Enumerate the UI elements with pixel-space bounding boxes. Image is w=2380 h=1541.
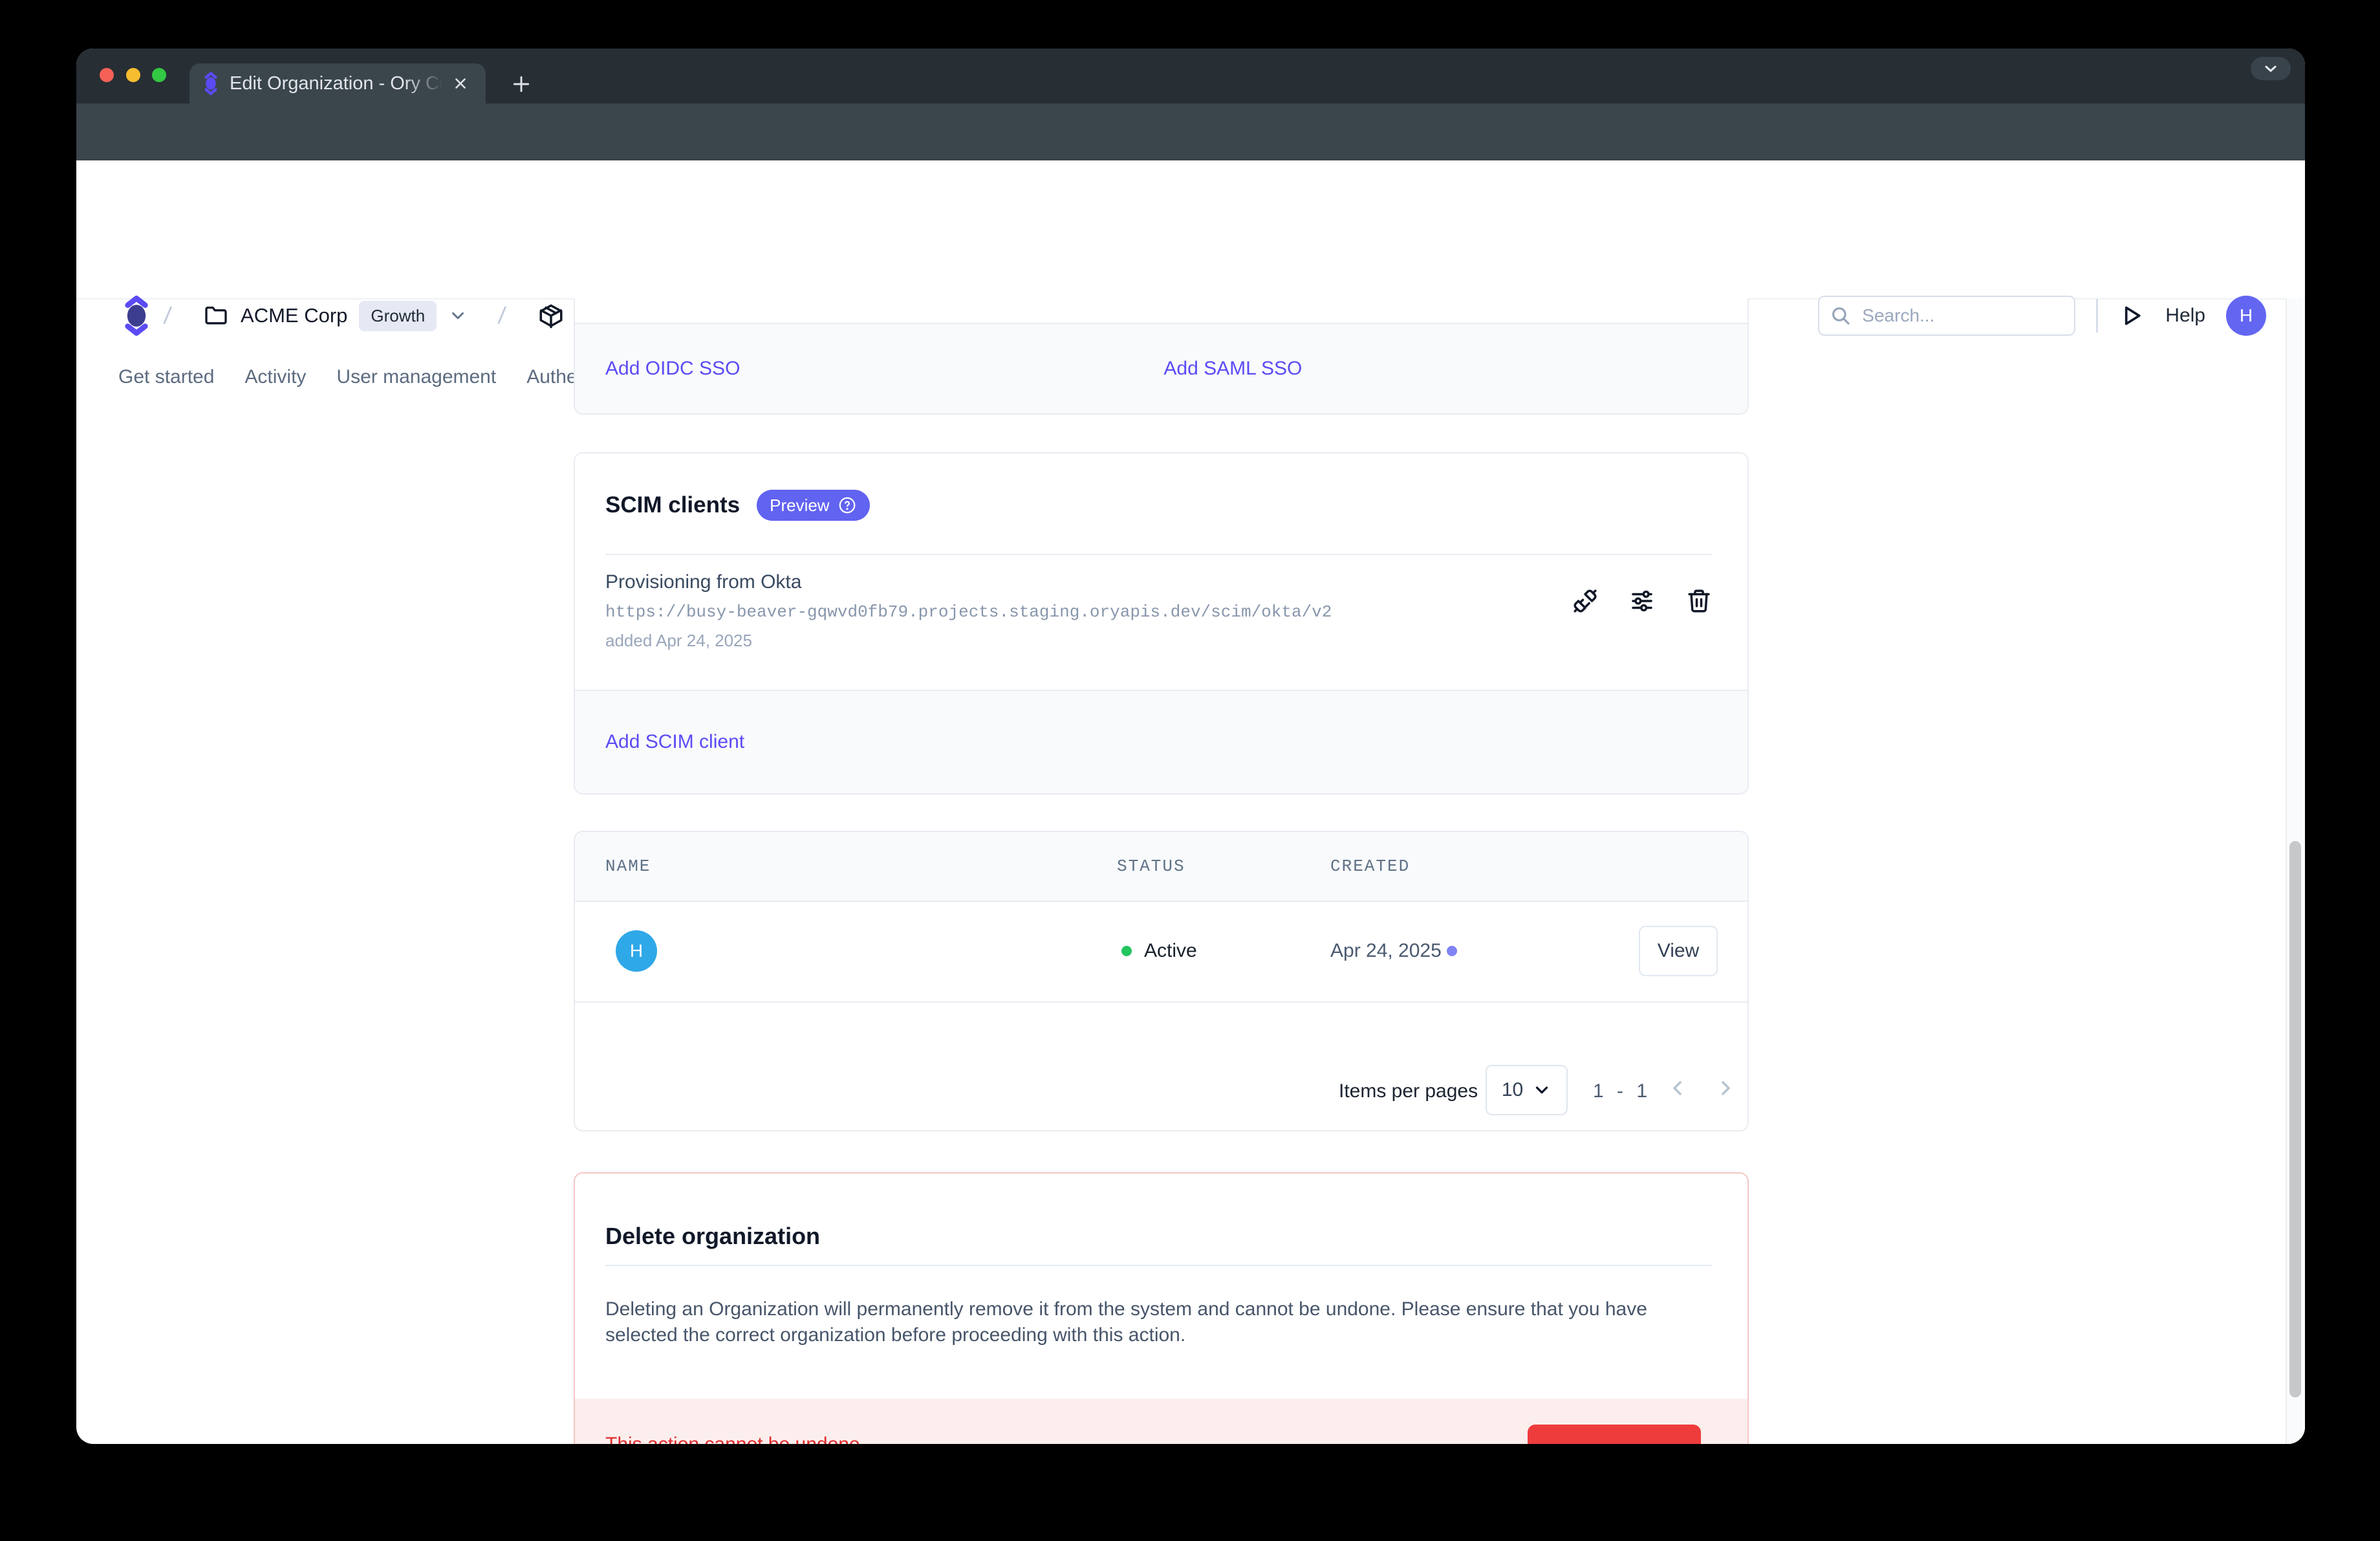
user-avatar[interactable]: H	[2226, 296, 2266, 336]
tab-close-icon[interactable]	[452, 75, 469, 92]
add-saml-sso-link[interactable]: Add SAML SSO	[1163, 358, 1302, 380]
header-divider	[2096, 299, 2098, 333]
prev-page-icon[interactable]	[1667, 1077, 1690, 1100]
edit-settings-sliders-icon[interactable]	[1628, 587, 1656, 615]
scim-client-added: added Apr 24, 2025	[605, 631, 752, 651]
new-tab-icon[interactable]	[511, 74, 532, 94]
sso-card-footer: Add OIDC SSO Add SAML SSO	[575, 323, 1747, 413]
console-header: / ACME Corp Growth / My Project	[76, 160, 2305, 300]
workspace-selector[interactable]: ACME Corp Growth	[203, 301, 468, 331]
delete-organization-button[interactable]: Delete organization	[1528, 1425, 1701, 1444]
items-per-page-value: 10	[1502, 1079, 1523, 1101]
help-circle-icon	[838, 496, 857, 515]
folder-icon	[203, 303, 229, 329]
search-icon	[1830, 305, 1852, 327]
created-value: Apr 24, 2025	[1330, 940, 1442, 962]
delete-org-card: Delete organization Deleting an Organiza…	[574, 1172, 1749, 1444]
column-status: STATUS	[1117, 857, 1185, 876]
browser-toolbar: console.staging.ory.dev/projects/d087b7a…	[76, 104, 2305, 160]
active-status-dot	[1121, 946, 1132, 956]
header-actions: Help H	[1818, 293, 2266, 338]
workspace-name: ACME Corp	[241, 304, 347, 327]
nav-get-started[interactable]: Get started	[118, 366, 214, 388]
test-connection-plug-icon[interactable]	[1571, 587, 1599, 615]
table-header-row: NAME STATUS CREATED	[575, 832, 1747, 902]
breadcrumb-slash: /	[497, 302, 507, 329]
column-created: CREATED	[1330, 857, 1410, 876]
nav-user-management[interactable]: User management	[336, 366, 496, 388]
search-box[interactable]	[1818, 296, 2075, 336]
minimize-window-button[interactable]	[126, 68, 140, 82]
scim-client-name: Provisioning from Okta	[605, 571, 801, 593]
tab-title: Edit Organization - Ory Console	[230, 73, 443, 94]
close-window-button[interactable]	[100, 68, 114, 82]
delete-card-body: Deleting an Organization will permanentl…	[605, 1296, 1698, 1348]
items-per-page-select[interactable]: 10	[1486, 1065, 1568, 1115]
chevron-down-icon	[1532, 1080, 1552, 1100]
package-icon	[537, 302, 565, 329]
run-playground-icon[interactable]	[2119, 303, 2145, 329]
view-button[interactable]: View	[1639, 926, 1718, 976]
delete-warning-text: This action cannot be undone.	[605, 1434, 865, 1444]
chevron-down-icon	[448, 306, 468, 325]
zoom-window-button[interactable]	[152, 68, 166, 82]
column-name: NAME	[605, 857, 651, 876]
scrollbar-thumb[interactable]	[2289, 841, 2301, 1397]
ory-favicon	[201, 71, 221, 96]
search-input[interactable]	[1861, 305, 2057, 327]
browser-tab[interactable]: Edit Organization - Ory Console	[189, 63, 486, 104]
help-link[interactable]: Help	[2165, 305, 2205, 327]
preview-badge-label: Preview	[770, 496, 829, 516]
chevron-down-icon	[2262, 60, 2280, 78]
scim-card: SCIM clients Preview Provisioning from O…	[574, 452, 1749, 794]
nav-activity[interactable]: Activity	[244, 366, 306, 388]
page-range: 1 - 1	[1593, 1080, 1651, 1102]
org-avatar: H	[616, 930, 657, 972]
delete-card-footer: This action cannot be undone. Delete org…	[575, 1399, 1747, 1444]
breadcrumb-slash: /	[162, 302, 173, 329]
delete-divider	[605, 1265, 1712, 1266]
status-value: Active	[1144, 940, 1197, 962]
add-scim-client-link[interactable]: Add SCIM client	[605, 731, 744, 753]
pagination: Items per pages 10 1 - 1	[575, 1001, 1712, 1133]
scim-card-footer: Add SCIM client	[575, 690, 1747, 793]
next-page-icon[interactable]	[1713, 1077, 1736, 1100]
scim-card-title: SCIM clients	[605, 492, 740, 518]
scim-client-url: https://busy-beaver-gqwvd0fb79.projects.…	[605, 602, 1332, 622]
scrollbar-track[interactable]	[2286, 298, 2305, 1444]
created-indicator-dot	[1447, 946, 1457, 956]
table-row: H Active Apr 24, 2025 View	[575, 901, 1747, 1003]
workspace-plan-badge: Growth	[359, 301, 437, 331]
tab-strip: Edit Organization - Ory Console	[76, 49, 2305, 104]
delete-trash-icon[interactable]	[1685, 587, 1713, 615]
tab-search-button[interactable]	[2251, 57, 2291, 80]
delete-card-title: Delete organization	[605, 1223, 820, 1250]
preview-badge[interactable]: Preview	[757, 490, 869, 521]
items-per-page-label: Items per pages	[1339, 1080, 1478, 1102]
add-oidc-sso-link[interactable]: Add OIDC SSO	[605, 358, 740, 380]
sso-card: Add OIDC SSO Add SAML SSO	[574, 298, 1749, 415]
scim-divider	[605, 554, 1712, 555]
org-table-card: NAME STATUS CREATED H Active Apr 24, 202…	[574, 831, 1749, 1131]
browser-window: Edit Organization - Ory Console console.	[76, 49, 2305, 1444]
ory-logo[interactable]	[122, 294, 151, 337]
